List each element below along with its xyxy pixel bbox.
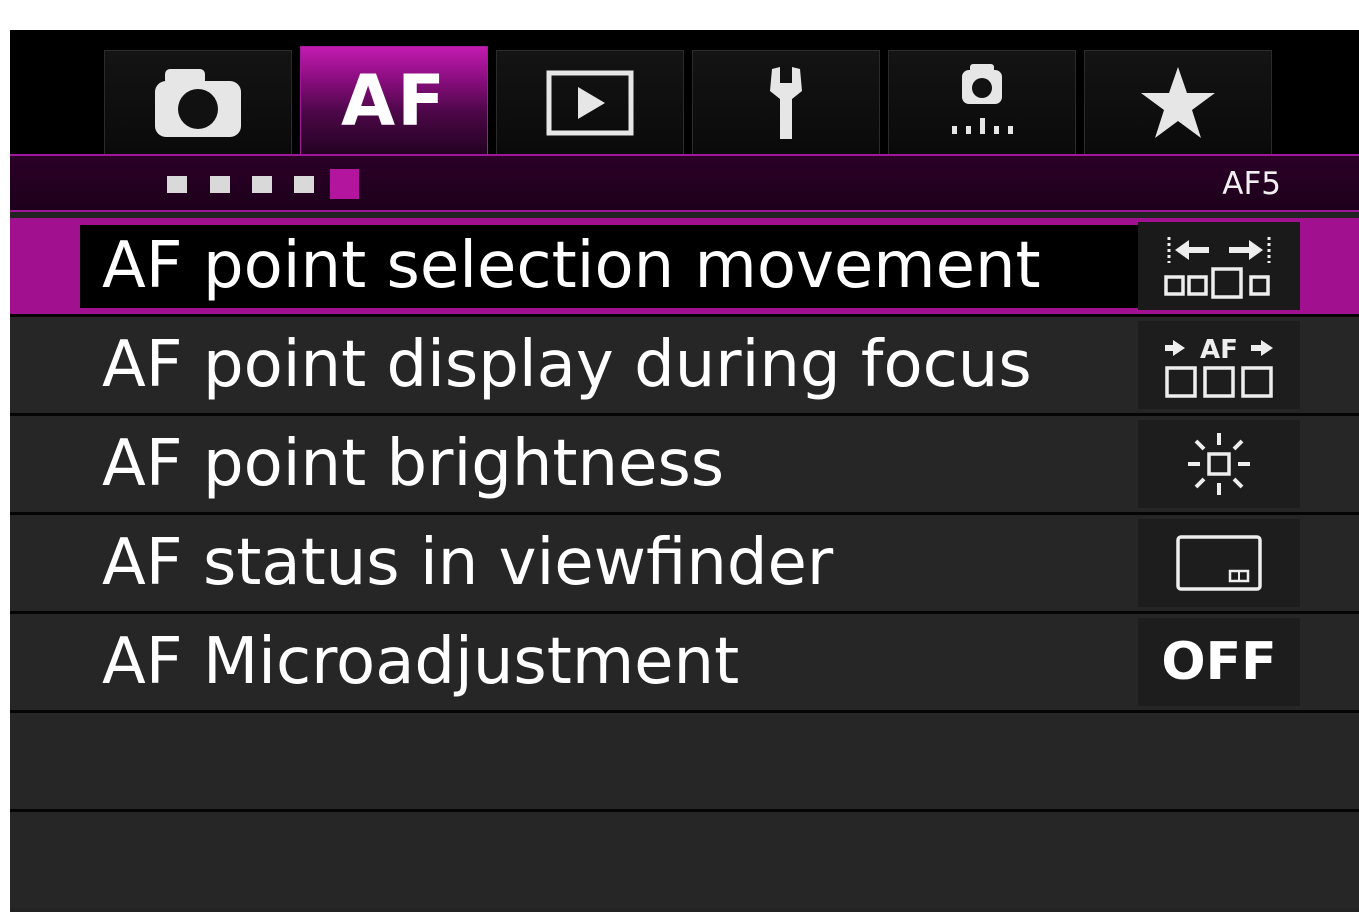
menu-list: AF point selection movement AF point dis… [10,212,1359,912]
setting-value: OFF [1161,632,1277,692]
page-indicator-strip: AF5 [10,154,1359,212]
play-icon [546,70,634,135]
tab-bar: AF [10,30,1359,156]
page-dot [210,176,230,193]
page-name: AF5 [1222,166,1281,202]
menu-item-setting [1138,222,1300,310]
tab-shooting[interactable] [104,50,292,154]
tab-af[interactable]: AF [300,46,488,156]
camera-icon [155,68,241,137]
tab-my-menu[interactable] [1084,50,1272,154]
menu-item-label: AF Microadjustment [102,625,740,699]
menu-item-af-microadjustment[interactable]: AF Microadjustment OFF [10,614,1359,710]
menu-item-setting: AF [1138,321,1300,409]
af-point-movement-icon [1164,237,1271,299]
menu-item-label: AF point brightness [102,427,725,501]
empty-row [10,812,1359,908]
menu-item-setting: OFF [1138,618,1300,706]
page-dot [294,176,314,193]
tab-custom-functions[interactable] [888,50,1076,154]
camera-custom-icon [952,63,1013,134]
menu-item-label: AF point display during focus [102,328,1032,402]
star-icon [1141,66,1215,138]
menu-item-label: AF status in viewfinder [102,526,834,600]
tab-af-label: AF [341,60,447,142]
menu-item-af-status-in-viewfinder[interactable]: AF status in viewfinder [10,515,1359,611]
selected-highlight: AF point selection movement [80,225,1138,308]
tab-setup[interactable] [692,50,880,154]
tab-playback[interactable] [496,50,684,154]
page-dot [167,176,187,193]
camera-menu-screen: AF AF5 AF point selection movement AF po… [10,30,1359,912]
menu-item-setting [1138,519,1300,607]
menu-item-af-point-selection-movement[interactable]: AF point selection movement [10,218,1359,314]
af-display-icon-text: AF [1200,335,1238,365]
menu-item-af-point-brightness[interactable]: AF point brightness [10,416,1359,512]
brightness-icon [1188,433,1250,495]
page-dot [252,176,272,193]
af-point-display-icon: AF [1165,335,1273,398]
page-dot-current [330,169,359,199]
menu-item-label: AF point selection movement [102,229,1041,303]
menu-item-af-point-display-during-focus[interactable]: AF point display during focus AF [10,317,1359,413]
menu-item-setting [1138,420,1300,508]
wrench-icon [770,66,802,139]
empty-row [10,713,1359,809]
viewfinder-status-icon [1176,535,1262,591]
